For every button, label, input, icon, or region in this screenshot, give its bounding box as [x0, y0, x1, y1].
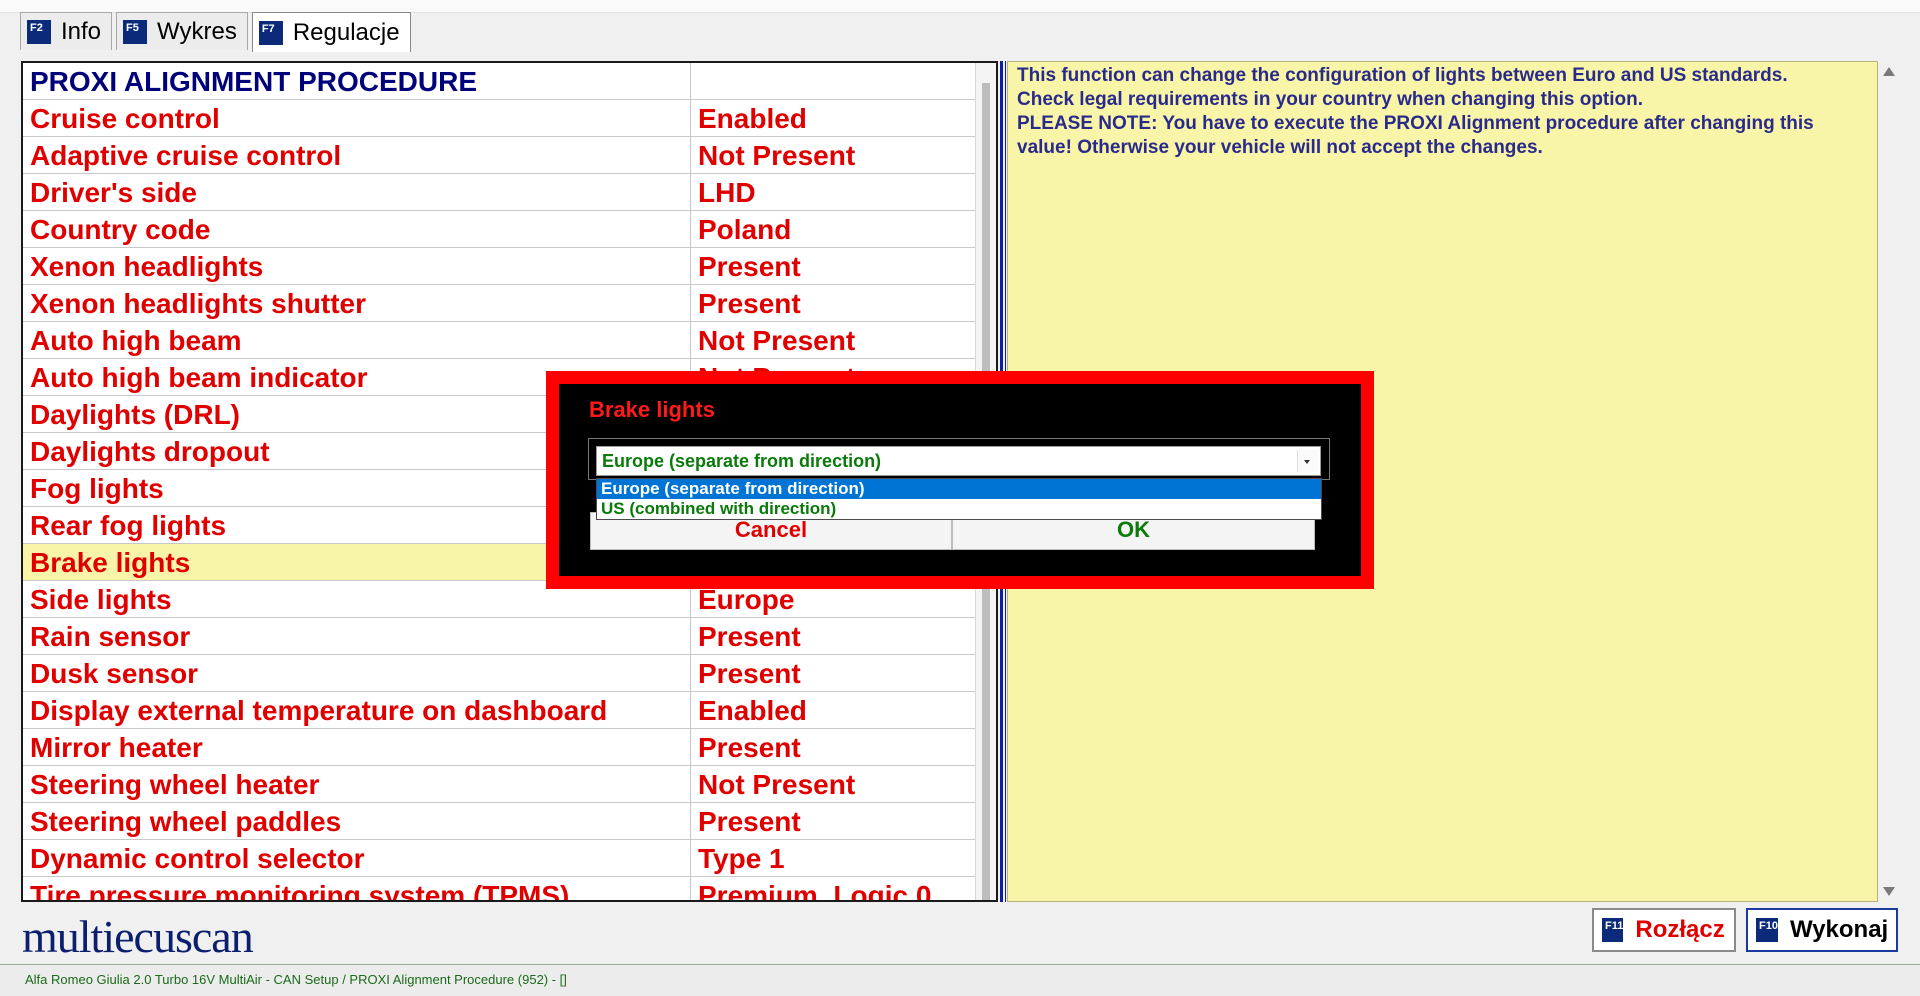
status-bar: Alfa Romeo Giulia 2.0 Turbo 16V MultiAir…	[0, 964, 1920, 996]
setting-value: LHD	[691, 174, 977, 210]
setting-name: Auto high beam	[23, 322, 691, 358]
description-line: Check legal requirements in your country…	[1017, 89, 1644, 110]
setting-value: Present	[691, 803, 977, 839]
table-row[interactable]: Country code Poland	[23, 211, 996, 248]
table-row[interactable]: Adaptive cruise control Not Present	[23, 137, 996, 174]
tab-regulacje[interactable]: F7 Regulacje	[251, 12, 411, 52]
table-header-value	[691, 63, 977, 99]
setting-name: Adaptive cruise control	[23, 137, 691, 173]
table-row[interactable]: Steering wheel heater Not Present	[23, 766, 996, 803]
setting-name: Display external temperature on dashboar…	[23, 692, 691, 728]
dialog-title: Brake lights	[589, 397, 715, 422]
setting-name: Country code	[23, 211, 691, 247]
tab-wykres-label: Wykres	[157, 17, 237, 45]
setting-value: Poland	[691, 211, 977, 247]
setting-name: Dusk sensor	[23, 655, 691, 691]
f11-key-icon: F11	[1602, 918, 1624, 942]
disconnect-button[interactable]: F11 Rozłącz	[1592, 908, 1736, 952]
table-row[interactable]: Mirror heater Present	[23, 729, 996, 766]
execute-button-label: Wykonaj	[1789, 916, 1889, 943]
f7-key-icon: F7	[258, 20, 283, 45]
setting-value: Premium, Logic 0	[691, 877, 977, 900]
setting-value: Type 1	[691, 840, 977, 876]
setting-name: Steering wheel heater	[23, 766, 691, 802]
setting-value: Not Present	[691, 137, 977, 173]
tab-bar: F2 Info F5 Wykres F7 Regulacje	[20, 12, 415, 52]
tab-wykres[interactable]: F5 Wykres	[116, 12, 248, 50]
table-row[interactable]: Dynamic control selector Type 1	[23, 840, 996, 877]
table-row[interactable]: Xenon headlights Present	[23, 248, 996, 285]
setting-name: Rain sensor	[23, 618, 691, 654]
setting-name: Xenon headlights shutter	[23, 285, 691, 321]
setting-name: Tire pressure monitoring system (TPMS)	[23, 877, 691, 900]
setting-value: Enabled	[691, 692, 977, 728]
table-row[interactable]: Auto high beam Not Present	[23, 322, 996, 359]
table-row[interactable]: Display external temperature on dashboar…	[23, 692, 996, 729]
table-header-title: PROXI ALIGNMENT PROCEDURE	[23, 63, 691, 99]
execute-button[interactable]: F10 Wykonaj	[1746, 908, 1898, 952]
f10-key-icon: F10	[1756, 918, 1778, 942]
setting-name: Mirror heater	[23, 729, 691, 765]
brake-lights-options: Europe (separate from direction) US (com…	[596, 478, 1322, 520]
setting-value: Present	[691, 248, 977, 284]
multiecuscan-logo: multiecuscan	[22, 911, 254, 962]
setting-value: Present	[691, 618, 977, 654]
f2-key-icon: F2	[27, 19, 51, 44]
option-us[interactable]: US (combined with direction)	[597, 499, 1321, 519]
table-row[interactable]: Rain sensor Present	[23, 618, 996, 655]
chevron-down-icon[interactable]	[1297, 450, 1318, 472]
tab-regulacje-label: Regulacje	[292, 18, 400, 46]
option-europe[interactable]: Europe (separate from direction)	[597, 479, 1321, 499]
table-row[interactable]: Dusk sensor Present	[23, 655, 996, 692]
setting-name: Xenon headlights	[23, 248, 691, 284]
table-row[interactable]: Tire pressure monitoring system (TPMS) Pr…	[23, 877, 996, 900]
setting-value: Present	[691, 729, 977, 765]
table-header-row: PROXI ALIGNMENT PROCEDURE	[23, 63, 996, 100]
setting-name: Steering wheel paddles	[23, 803, 691, 839]
setting-name: Dynamic control selector	[23, 840, 691, 876]
scroll-up-arrow-icon[interactable]	[1883, 67, 1895, 76]
setting-value: Enabled	[691, 100, 977, 136]
table-row[interactable]: Xenon headlights shutter Present	[23, 285, 996, 322]
description-line: PLEASE NOTE: You have to execute the PRO…	[1017, 113, 1814, 134]
setting-value: Present	[691, 285, 977, 321]
setting-value: Not Present	[691, 322, 977, 358]
table-row[interactable]: Driver's side LHD	[23, 174, 996, 211]
description-scrollbar[interactable]	[1880, 61, 1900, 902]
setting-name: Cruise control	[23, 100, 691, 136]
brake-lights-select[interactable]: Europe (separate from direction)	[596, 446, 1321, 476]
setting-name: Driver's side	[23, 174, 691, 210]
select-value: Europe (separate from direction)	[602, 451, 882, 471]
description-line: This function can change the configurati…	[1017, 65, 1788, 86]
scroll-down-arrow-icon[interactable]	[1883, 887, 1895, 896]
setting-value: Not Present	[691, 766, 977, 802]
f5-key-icon: F5	[123, 19, 148, 44]
table-row[interactable]: Steering wheel paddles Present	[23, 803, 996, 840]
description-line: value! Otherwise your vehicle will not a…	[1017, 137, 1543, 158]
tab-info-label: Info	[61, 17, 102, 45]
disconnect-button-label: Rozłącz	[1635, 916, 1725, 943]
tab-info[interactable]: F2 Info	[20, 12, 113, 50]
setting-value: Present	[691, 655, 977, 691]
table-row[interactable]: Cruise control Enabled	[23, 100, 996, 137]
